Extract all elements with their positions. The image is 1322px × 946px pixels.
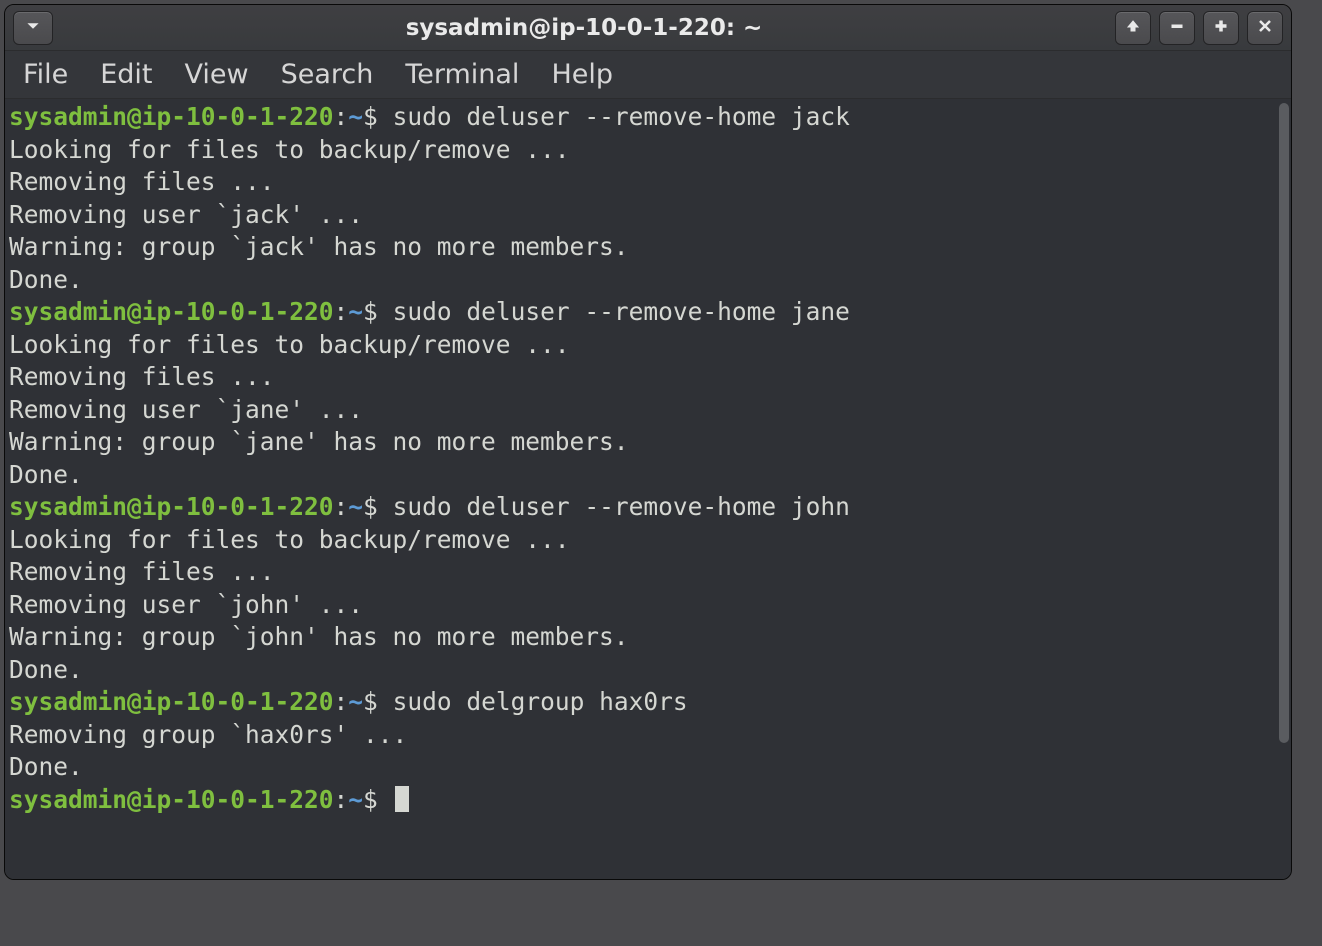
prompt-user-host: sysadmin@ip-10-0-1-220 bbox=[9, 492, 334, 521]
prompt-path: ~ bbox=[348, 687, 363, 716]
terminal-line: sysadmin@ip-10-0-1-220:~$ sudo deluser -… bbox=[9, 491, 1275, 524]
prompt-sep: : bbox=[334, 785, 349, 814]
prompt-symbol: $ bbox=[363, 297, 378, 326]
terminal-line: Looking for files to backup/remove ... bbox=[9, 134, 1275, 167]
menubar: File Edit View Search Terminal Help bbox=[5, 51, 1291, 99]
prompt-path: ~ bbox=[348, 102, 363, 131]
terminal-line: Warning: group `john' has no more member… bbox=[9, 621, 1275, 654]
command-text: sudo deluser --remove-home john bbox=[393, 492, 850, 521]
prompt-user-host: sysadmin@ip-10-0-1-220 bbox=[9, 297, 334, 326]
raise-window-button[interactable] bbox=[1115, 11, 1151, 45]
menu-help[interactable]: Help bbox=[551, 59, 613, 90]
window-menu-dropdown[interactable] bbox=[13, 11, 53, 45]
command-text: sudo delgroup hax0rs bbox=[393, 687, 688, 716]
scrollbar-thumb[interactable] bbox=[1279, 103, 1289, 743]
minimize-icon bbox=[1169, 18, 1185, 38]
prompt-sep: : bbox=[334, 492, 349, 521]
terminal-line: Looking for files to backup/remove ... bbox=[9, 524, 1275, 557]
arrow-up-icon bbox=[1125, 18, 1141, 38]
chevron-down-icon bbox=[26, 18, 40, 37]
prompt-symbol: $ bbox=[363, 687, 378, 716]
close-icon bbox=[1257, 18, 1273, 38]
maximize-icon bbox=[1213, 18, 1229, 38]
menu-file[interactable]: File bbox=[23, 59, 68, 90]
terminal-line: Warning: group `jane' has no more member… bbox=[9, 426, 1275, 459]
command-text: sudo deluser --remove-home jack bbox=[393, 102, 850, 131]
terminal-line: Removing user `john' ... bbox=[9, 589, 1275, 622]
menu-search[interactable]: Search bbox=[281, 59, 374, 90]
terminal-line: sysadmin@ip-10-0-1-220:~$ sudo delgroup … bbox=[9, 686, 1275, 719]
terminal-line: Removing user `jane' ... bbox=[9, 394, 1275, 427]
terminal-line: Done. bbox=[9, 264, 1275, 297]
terminal-line: sysadmin@ip-10-0-1-220:~$ bbox=[9, 784, 1275, 817]
terminal-line: Done. bbox=[9, 654, 1275, 687]
terminal-line: Removing group `hax0rs' ... bbox=[9, 719, 1275, 752]
prompt-symbol: $ bbox=[363, 492, 378, 521]
maximize-button[interactable] bbox=[1203, 11, 1239, 45]
minimize-button[interactable] bbox=[1159, 11, 1195, 45]
terminal-line: Done. bbox=[9, 459, 1275, 492]
terminal-line: Done. bbox=[9, 751, 1275, 784]
prompt-user-host: sysadmin@ip-10-0-1-220 bbox=[9, 102, 334, 131]
close-button[interactable] bbox=[1247, 11, 1283, 45]
terminal-line: sysadmin@ip-10-0-1-220:~$ sudo deluser -… bbox=[9, 101, 1275, 134]
terminal-line: Removing files ... bbox=[9, 166, 1275, 199]
window-title: sysadmin@ip-10-0-1-220: ~ bbox=[53, 15, 1115, 41]
terminal-output[interactable]: sysadmin@ip-10-0-1-220:~$ sudo deluser -… bbox=[5, 99, 1277, 879]
prompt-sep: : bbox=[334, 687, 349, 716]
terminal-viewport: sysadmin@ip-10-0-1-220:~$ sudo deluser -… bbox=[5, 99, 1291, 879]
titlebar: sysadmin@ip-10-0-1-220: ~ bbox=[5, 5, 1291, 51]
terminal-line: Removing files ... bbox=[9, 361, 1275, 394]
menu-view[interactable]: View bbox=[184, 59, 248, 90]
terminal-line: Warning: group `jack' has no more member… bbox=[9, 231, 1275, 264]
prompt-path: ~ bbox=[348, 492, 363, 521]
menu-edit[interactable]: Edit bbox=[100, 59, 152, 90]
terminal-line: Removing files ... bbox=[9, 556, 1275, 589]
terminal-line: Looking for files to backup/remove ... bbox=[9, 329, 1275, 362]
menu-terminal[interactable]: Terminal bbox=[405, 59, 519, 90]
cursor bbox=[395, 786, 409, 812]
prompt-sep: : bbox=[334, 102, 349, 131]
prompt-user-host: sysadmin@ip-10-0-1-220 bbox=[9, 785, 334, 814]
terminal-line: sysadmin@ip-10-0-1-220:~$ sudo deluser -… bbox=[9, 296, 1275, 329]
prompt-path: ~ bbox=[348, 297, 363, 326]
terminal-window: sysadmin@ip-10-0-1-220: ~ bbox=[4, 4, 1292, 880]
prompt-path: ~ bbox=[348, 785, 363, 814]
terminal-line: Removing user `jack' ... bbox=[9, 199, 1275, 232]
prompt-symbol: $ bbox=[363, 785, 378, 814]
command-text: sudo deluser --remove-home jane bbox=[393, 297, 850, 326]
prompt-symbol: $ bbox=[363, 102, 378, 131]
prompt-sep: : bbox=[334, 297, 349, 326]
scrollbar-track[interactable] bbox=[1277, 99, 1291, 879]
prompt-user-host: sysadmin@ip-10-0-1-220 bbox=[9, 687, 334, 716]
